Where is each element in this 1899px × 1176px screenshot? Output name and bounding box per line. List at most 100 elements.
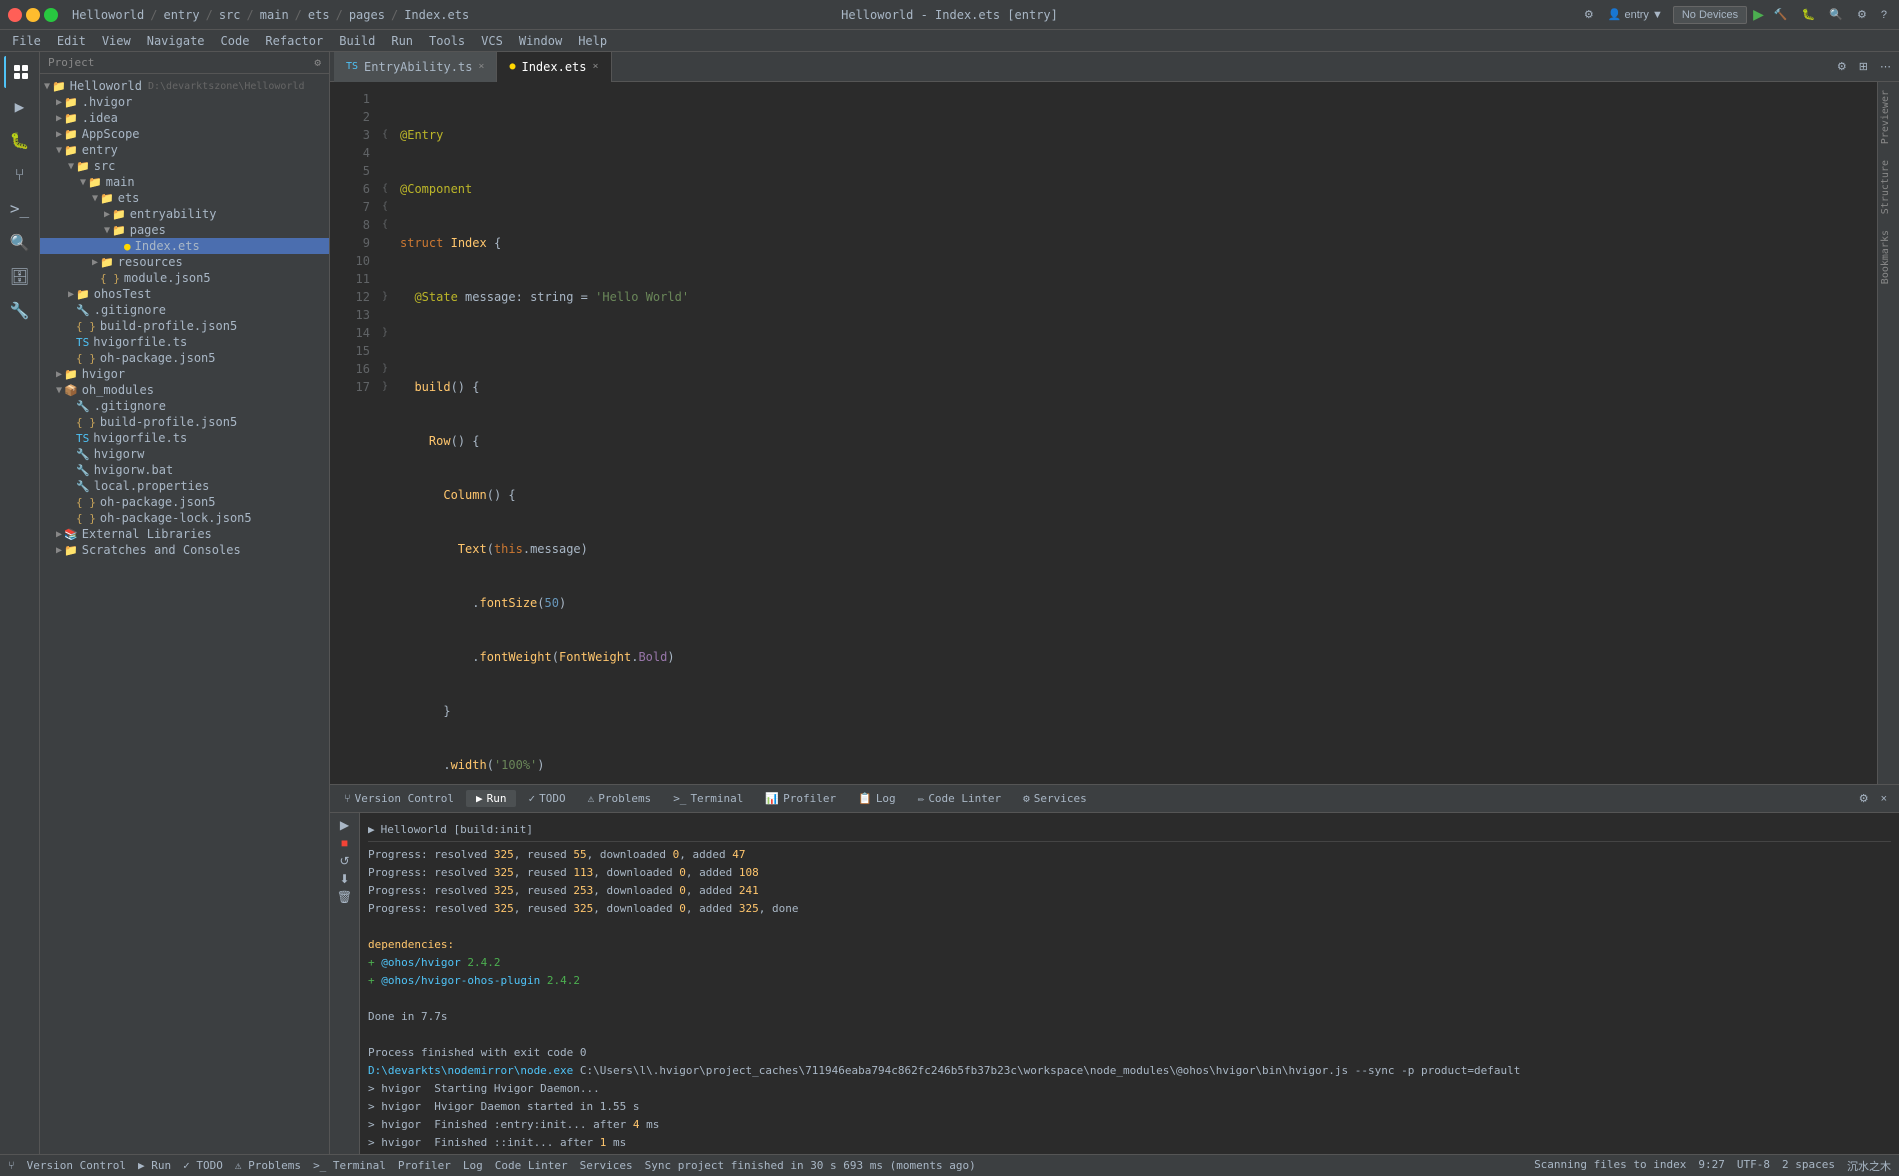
status-log[interactable]: Log [463,1159,483,1172]
status-todo[interactable]: ✓ TODO [183,1159,223,1172]
tab-close-entryability[interactable]: × [478,61,484,72]
sidebar-icon-debug[interactable]: 🐛 [4,124,36,156]
status-vc-icon[interactable]: ⑂ [8,1159,15,1172]
settings2-icon[interactable]: ⚙ [1853,6,1871,23]
tree-item-gitignore-entry[interactable]: ▶ 🔧 .gitignore [40,302,329,318]
tree-item-module-json[interactable]: ▶ { } module.json5 [40,270,329,286]
tree-item-src[interactable]: ▼ 📁 src [40,158,329,174]
tab-settings-icon[interactable]: ⚙ [1833,58,1851,75]
tab-version-control[interactable]: ⑂Version Control [334,790,464,807]
sidebar-icon-run[interactable]: ▶ [4,90,36,122]
tree-item-hvigorfile-root[interactable]: ▶ TS hvigorfile.ts [40,430,329,446]
tree-item-scratches[interactable]: ▶ 📁 Scratches and Consoles [40,542,329,558]
tree-item-entryability[interactable]: ▶ 📁 entryability [40,206,329,222]
run-stop-btn[interactable]: ■ [339,835,350,851]
sidebar-icon-git[interactable]: ⑂ [4,158,36,190]
menu-vcs[interactable]: VCS [473,32,511,50]
menu-refactor[interactable]: Refactor [257,32,331,50]
tab-todo[interactable]: ✓TODO [518,790,575,807]
tree-item-hvigor[interactable]: ▶ 📁 .hvigor [40,94,329,110]
profile-icon[interactable]: 👤 entry ▼ [1604,6,1667,23]
tree-item-external-libs[interactable]: ▶ 📚 External Libraries [40,526,329,542]
sidebar-icon-tools[interactable]: 🔧 [4,294,36,326]
tree-item-hvigorfile-ts[interactable]: ▶ TS hvigorfile.ts [40,334,329,350]
help-icon[interactable]: ? [1877,7,1891,23]
settings-icon[interactable]: ⚙ [1580,6,1598,23]
tab-index-ets[interactable]: ● Index.ets × [497,52,611,82]
status-terminal[interactable]: >_ Terminal [313,1159,386,1172]
no-devices-button[interactable]: No Devices [1673,6,1747,24]
tab-split-icon[interactable]: ⊞ [1855,58,1872,75]
tree-item-local-properties[interactable]: ▶ 🔧 local.properties [40,478,329,494]
tree-item-oh-package-lock[interactable]: ▶ { } oh-package-lock.json5 [40,510,329,526]
structure-tab[interactable]: Structure [1878,152,1899,222]
minimize-button[interactable] [26,8,40,22]
menu-navigate[interactable]: Navigate [139,32,213,50]
menu-run[interactable]: Run [383,32,421,50]
build-icon[interactable]: 🔨 [1770,6,1792,23]
tab-entryability-ts[interactable]: TS EntryAbility.ts × [334,52,497,82]
tree-item-build-profile[interactable]: ▶ { } build-profile.json5 [40,318,329,334]
status-code-linter[interactable]: Code Linter [495,1159,568,1172]
maximize-button[interactable] [44,8,58,22]
run-panel-settings-icon[interactable]: ⚙ [1855,790,1873,807]
bookmarks-tab[interactable]: Bookmarks [1878,222,1899,292]
tree-item-helloworld[interactable]: ▼ 📁 Helloworld D:\devarktszone\Helloworl… [40,78,329,94]
run-play-btn[interactable]: ▶ [338,817,351,833]
status-run[interactable]: ▶ Run [138,1159,171,1172]
code-lines[interactable]: @Entry @Component struct Index { @State … [392,82,1877,784]
code-editor[interactable]: 1 2 3 4 5 6 7 8 9 10 11 12 13 14 [330,82,1877,784]
tree-item-entry[interactable]: ▼ 📁 entry [40,142,329,158]
tree-item-appscope[interactable]: ▶ 📁 AppScope [40,126,329,142]
tree-item-index-ets[interactable]: ▶ ● Index.ets [40,238,329,254]
status-profiler[interactable]: Profiler [398,1159,451,1172]
status-indent[interactable]: 2 spaces [1782,1158,1835,1174]
status-services[interactable]: Services [580,1159,633,1172]
search-icon[interactable]: 🔍 [1825,6,1847,23]
tree-item-oh-package-root[interactable]: ▶ { } oh-package.json5 [40,494,329,510]
tab-log[interactable]: 📋Log [848,790,906,807]
tree-item-ets[interactable]: ▼ 📁 ets [40,190,329,206]
status-encoding[interactable]: UTF-8 [1737,1158,1770,1174]
run-restart-btn[interactable]: ↺ [337,853,351,869]
tree-item-gitignore-root[interactable]: ▶ 🔧 .gitignore [40,398,329,414]
menu-help[interactable]: Help [570,32,615,50]
tree-item-build-profile-root[interactable]: ▶ { } build-profile.json5 [40,414,329,430]
tab-more-icon[interactable]: ⋯ [1876,58,1895,75]
tree-item-hvigorw-bat[interactable]: ▶ 🔧 hvigorw.bat [40,462,329,478]
close-button[interactable] [8,8,22,22]
tab-code-linter[interactable]: ✏Code Linter [908,790,1011,807]
tab-terminal[interactable]: >_Terminal [663,790,753,807]
menu-file[interactable]: File [4,32,49,50]
status-version-control[interactable]: Version Control [27,1159,126,1172]
tree-item-oh-package-entry[interactable]: ▶ { } oh-package.json5 [40,350,329,366]
tree-item-hvigorw[interactable]: ▶ 🔧 hvigorw [40,446,329,462]
tab-close-index[interactable]: × [593,61,599,72]
tree-item-resources[interactable]: ▶ 📁 resources [40,254,329,270]
run-scroll-end-btn[interactable]: ⬇ [337,871,351,887]
sidebar-icon-terminal[interactable]: >_ [4,192,36,224]
tree-item-idea[interactable]: ▶ 📁 .idea [40,110,329,126]
status-problems[interactable]: ⚠ Problems [235,1159,301,1172]
menu-view[interactable]: View [94,32,139,50]
tab-services[interactable]: ⚙Services [1013,790,1097,807]
tab-problems[interactable]: ⚠Problems [578,790,662,807]
tab-profiler[interactable]: 📊Profiler [755,790,846,807]
tree-item-hvigor-root[interactable]: ▶ 📁 hvigor [40,366,329,382]
sidebar-icon-project[interactable] [4,56,36,88]
previewer-tab[interactable]: Previewer [1878,82,1899,152]
menu-edit[interactable]: Edit [49,32,94,50]
menu-build[interactable]: Build [331,32,383,50]
menu-code[interactable]: Code [213,32,258,50]
tree-item-oh-modules[interactable]: ▼ 📦 oh_modules [40,382,329,398]
tree-item-ohostest[interactable]: ▶ 📁 ohosTest [40,286,329,302]
sidebar-icon-search[interactable]: 🔍 [4,226,36,258]
run-panel-close-icon[interactable]: × [1877,791,1891,807]
tree-item-pages[interactable]: ▼ 📁 pages [40,222,329,238]
run-clear-btn[interactable]: 🗑 [335,889,354,905]
tree-item-main[interactable]: ▼ 📁 main [40,174,329,190]
sidebar-icon-database[interactable]: 🗄 [4,260,36,292]
debug-icon[interactable]: 🐛 [1798,6,1820,23]
run-button[interactable]: ▶ [1753,6,1764,23]
menu-window[interactable]: Window [511,32,570,50]
